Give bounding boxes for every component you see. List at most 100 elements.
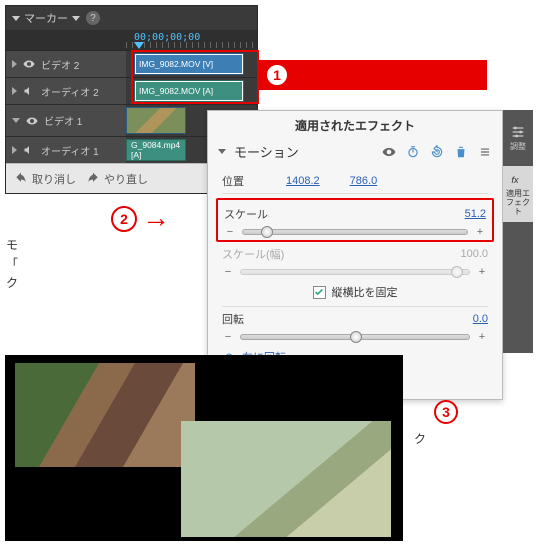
panel-title: 適用されたエフェクト: [208, 111, 502, 138]
position-row: 位置 1408.2 786.0: [222, 173, 488, 189]
plus-icon[interactable]: +: [474, 226, 486, 238]
constrain-label: 縦横比を固定: [332, 284, 398, 300]
scale-width-group: スケール(幅) 100.0 − +: [222, 246, 488, 278]
undo-label: 取り消し: [32, 171, 76, 187]
callout-3-badge: 3: [434, 400, 458, 424]
sliders-icon: [510, 124, 526, 140]
minus-icon[interactable]: −: [222, 331, 234, 343]
track-row: オーディオ 2 IMG_9082.MOV [A]: [6, 77, 257, 104]
clip-video2[interactable]: IMG_9082.MOV [V]: [134, 53, 244, 75]
scale-slider[interactable]: − +: [224, 226, 486, 238]
clip-audio1[interactable]: G_9084.mp4 [A]: [126, 139, 186, 161]
dropdown-icon: [12, 16, 20, 21]
help-icon[interactable]: ?: [86, 11, 100, 25]
motion-label: モーション: [234, 142, 374, 161]
scale-width-row: スケール(幅) 100.0: [222, 246, 488, 262]
eye-icon[interactable]: [23, 58, 35, 70]
position-label: 位置: [222, 173, 286, 189]
scale-width-label: スケール(幅): [222, 246, 286, 262]
rotation-row: 回転 0.0: [222, 311, 488, 327]
timeline-header: マーカー ?: [6, 6, 257, 30]
expand-icon[interactable]: [12, 118, 20, 123]
motion-section-header[interactable]: モーション: [208, 138, 502, 165]
callout-2-text: モ 「 ク: [6, 236, 196, 294]
redo-label: やり直し: [104, 171, 148, 187]
eye-icon[interactable]: [382, 145, 396, 159]
rotation-value[interactable]: 0.0: [473, 313, 488, 325]
scale-row: スケール 51.2: [224, 206, 486, 222]
slider-track[interactable]: [242, 229, 468, 235]
tab-label: 調整: [510, 143, 526, 152]
plus-icon[interactable]: +: [476, 331, 488, 343]
slider-thumb[interactable]: [261, 226, 273, 238]
divider: [222, 193, 488, 194]
track-label: オーディオ 1: [41, 143, 99, 158]
rotation-slider[interactable]: − +: [222, 331, 488, 343]
speaker-icon[interactable]: [23, 144, 35, 156]
undo-button[interactable]: 取り消し: [14, 171, 76, 187]
slider-thumb[interactable]: [350, 331, 362, 343]
preview-monitor[interactable]: [5, 355, 403, 541]
chevron-down-icon: [72, 16, 80, 21]
expand-icon[interactable]: [12, 60, 17, 68]
expand-icon[interactable]: [12, 146, 17, 154]
scale-value[interactable]: 51.2: [465, 208, 486, 220]
text-line: 「: [6, 257, 18, 271]
clip-label: G_9084.mp4 [A]: [131, 140, 181, 160]
eye-icon[interactable]: [26, 115, 38, 127]
track-header-video1[interactable]: ビデオ 1: [6, 105, 126, 136]
track-header-video2[interactable]: ビデオ 2: [6, 51, 126, 77]
clip-video1-thumb[interactable]: [126, 107, 186, 134]
stopwatch-icon[interactable]: [406, 145, 420, 159]
callout-2-badge: 2: [111, 206, 137, 232]
scale-width-slider: − +: [222, 266, 488, 278]
divider: [222, 306, 488, 307]
collapse-icon[interactable]: [218, 149, 226, 154]
expand-icon[interactable]: [12, 87, 17, 95]
constrain-row[interactable]: 縦横比を固定: [222, 284, 488, 300]
thumbnail-image: [127, 108, 185, 133]
reset-icon[interactable]: [430, 145, 444, 159]
track-body[interactable]: IMG_9082.MOV [V]: [126, 51, 257, 77]
position-x-value[interactable]: 1408.2: [286, 175, 320, 187]
rotation-label: 回転: [222, 311, 286, 327]
minus-icon: −: [222, 266, 234, 278]
text-line: モ: [6, 238, 18, 252]
text-line: ク: [6, 276, 18, 290]
track-label: ビデオ 2: [41, 57, 79, 72]
tab-label: 適用エフェクト: [503, 190, 533, 216]
playhead-icon[interactable]: [134, 42, 144, 49]
time-ruler[interactable]: 00;00;00;00: [6, 30, 257, 50]
marker-dropdown-label: マーカー: [24, 10, 68, 26]
undo-icon: [14, 172, 28, 186]
track-label: オーディオ 2: [41, 84, 99, 99]
clip-label: IMG_9082.MOV [A]: [139, 86, 213, 96]
track-header-audio2[interactable]: オーディオ 2: [6, 78, 126, 104]
speaker-icon[interactable]: [23, 85, 35, 97]
preview-clip-fg[interactable]: [181, 421, 391, 537]
clip-label: IMG_9082.MOV [V]: [139, 59, 213, 69]
more-icon[interactable]: [478, 145, 492, 159]
tab-adjust[interactable]: 調整: [503, 110, 533, 166]
fx-icon: fx: [510, 171, 526, 187]
redo-button[interactable]: やり直し: [86, 171, 148, 187]
slider-track: [240, 269, 470, 275]
track-label: ビデオ 1: [44, 113, 82, 128]
clip-audio2[interactable]: IMG_9082.MOV [A]: [134, 80, 244, 102]
trash-icon[interactable]: [454, 145, 468, 159]
minus-icon[interactable]: −: [224, 226, 236, 238]
track-header-audio1[interactable]: オーディオ 1: [6, 137, 126, 163]
track-body[interactable]: IMG_9082.MOV [A]: [126, 78, 257, 104]
position-y-value[interactable]: 786.0: [350, 175, 378, 187]
marker-dropdown[interactable]: マーカー: [12, 10, 80, 26]
slider-track[interactable]: [240, 334, 470, 340]
right-tab-bar: 調整 fx 適用エフェクト: [503, 110, 533, 353]
callout-1-bar: 1: [257, 60, 487, 90]
scale-width-value: 100.0: [460, 248, 488, 260]
constrain-checkbox[interactable]: [313, 286, 326, 299]
callout-3-text: ク: [414, 430, 534, 447]
scale-highlight: スケール 51.2 − +: [216, 198, 494, 242]
callout-1-badge: 1: [265, 63, 289, 87]
tab-applied-effects[interactable]: fx 適用エフェクト: [503, 166, 533, 222]
svg-text:fx: fx: [511, 175, 519, 185]
